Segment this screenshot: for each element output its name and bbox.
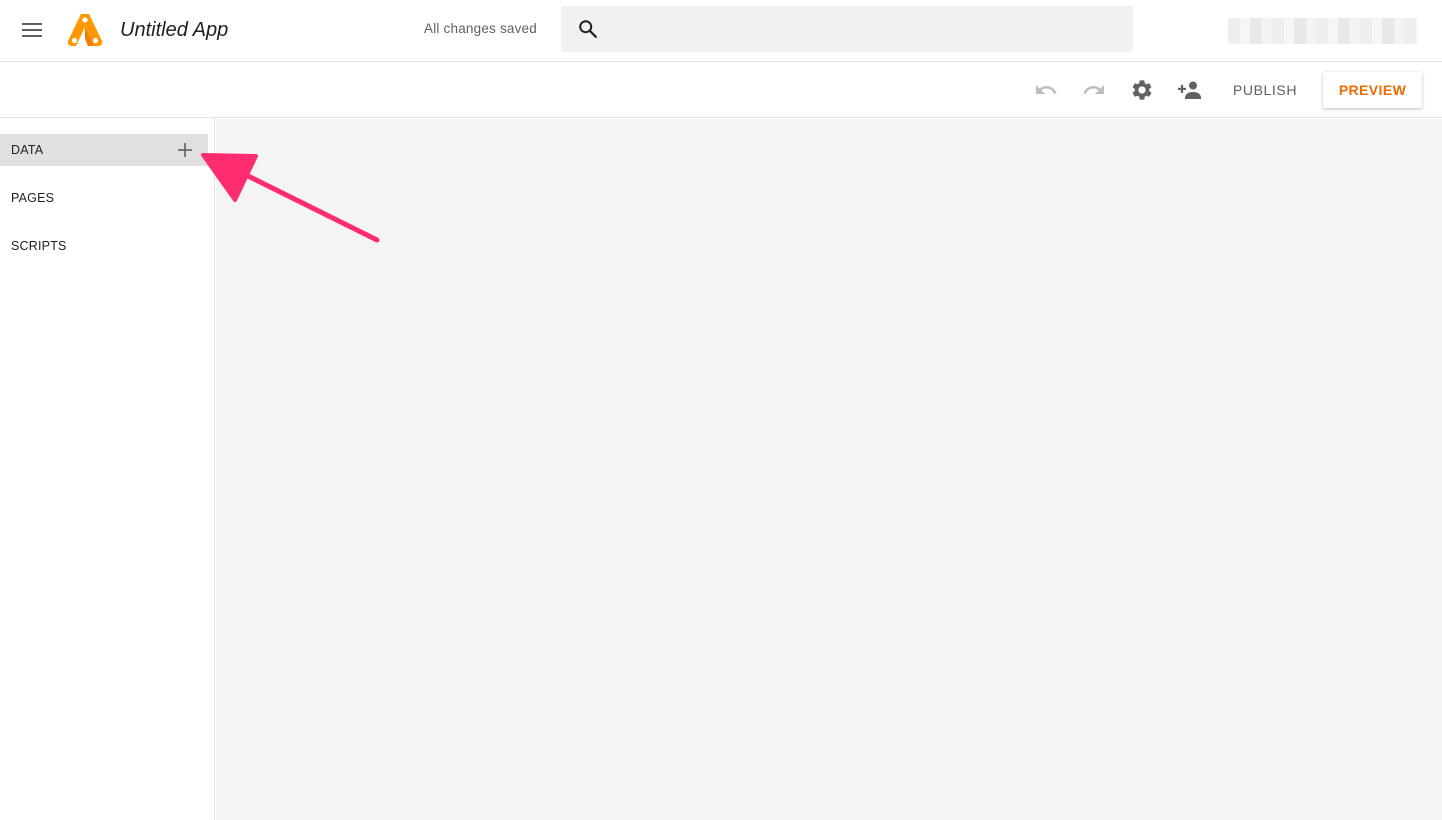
save-status: All changes saved bbox=[424, 21, 537, 36]
undo-icon bbox=[1036, 85, 1057, 94]
sidebar-item-pages[interactable]: PAGES bbox=[0, 182, 208, 214]
search-input[interactable] bbox=[615, 14, 1115, 44]
account-area[interactable] bbox=[1228, 18, 1418, 44]
app-maker-logo bbox=[67, 14, 103, 46]
publish-button[interactable]: PUBLISH bbox=[1226, 78, 1304, 102]
search-icon bbox=[579, 20, 597, 38]
redo-button[interactable] bbox=[1080, 76, 1108, 104]
add-person-icon bbox=[1178, 81, 1201, 99]
menu-icon bbox=[22, 23, 42, 37]
top-app-bar: Untitled App All changes saved bbox=[0, 0, 1442, 62]
preview-button[interactable]: PREVIEW bbox=[1323, 72, 1422, 108]
sidebar-item-data[interactable]: DATA bbox=[0, 134, 208, 166]
settings-button[interactable] bbox=[1128, 76, 1156, 104]
main-menu-button[interactable] bbox=[14, 12, 50, 48]
undo-button[interactable] bbox=[1032, 76, 1060, 104]
share-button[interactable] bbox=[1176, 76, 1204, 104]
editor-canvas[interactable] bbox=[216, 119, 1442, 820]
gear-icon bbox=[1132, 80, 1152, 100]
sidebar-item-label: DATA bbox=[11, 143, 44, 157]
sidebar: DATA PAGES SCRIPTS bbox=[0, 118, 215, 820]
add-data-button[interactable] bbox=[175, 140, 195, 160]
sidebar-item-label: PAGES bbox=[11, 191, 55, 205]
search-bar[interactable] bbox=[561, 6, 1133, 52]
redo-icon bbox=[1083, 85, 1104, 94]
plus-icon bbox=[178, 143, 192, 157]
sidebar-item-scripts[interactable]: SCRIPTS bbox=[0, 230, 208, 262]
editor-toolbar: PUBLISH PREVIEW bbox=[0, 62, 1442, 150]
app-title[interactable]: Untitled App bbox=[120, 17, 228, 43]
sidebar-item-label: SCRIPTS bbox=[11, 239, 67, 253]
